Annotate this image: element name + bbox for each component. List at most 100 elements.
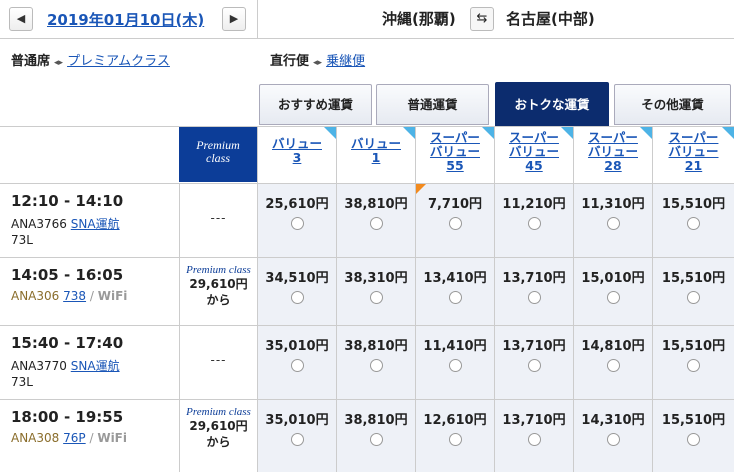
fare-radio[interactable] [448,291,462,304]
no-premium-label: --- [210,353,227,367]
flight-time: 18:00 - 19:55 [11,408,124,426]
fare-radio[interactable] [448,217,462,230]
fare-label: 21 [684,158,703,173]
fare-cell[interactable]: 14,310円 [573,400,652,472]
premium-class-logo: Premium class [186,264,251,276]
price-from-label: から [206,435,231,449]
fare-cell[interactable]: 15,510円 [652,326,734,399]
fare-radio[interactable] [606,217,620,230]
aircraft-type: 73L [11,233,33,247]
fare-cell[interactable]: 38,810円 [336,184,415,257]
fare-radio[interactable] [290,217,304,230]
fare-cell[interactable]: 25,610円 [257,184,336,257]
operator-link[interactable]: 76P [63,431,86,445]
tab-normal[interactable]: 普通運賃 [376,84,489,125]
fare-radio[interactable] [606,291,620,304]
fare-radio[interactable] [606,359,620,372]
operator-link[interactable]: SNA運航 [71,359,120,373]
tab-other[interactable]: その他運賃 [614,84,731,125]
fare-cell[interactable]: 38,810円 [336,400,415,472]
route-current: 直行便 [270,54,310,69]
corner-marker-icon [324,127,336,139]
premium-cell[interactable]: Premium class 29,610円 から [179,258,257,325]
flight-info: 18:00 - 19:55 ANA308 76P / WiFi [0,400,179,472]
corner-marker-icon [722,127,734,139]
flight-number-line: ANA3766 SNA運航 [11,215,120,232]
fare-cell[interactable]: 13,710円 [494,400,573,472]
swap-icon[interactable]: ⇆ [470,7,494,31]
fare-cell[interactable]: 38,310円 [336,258,415,325]
fare-radio[interactable] [687,217,700,230]
date-link[interactable]: 2019年01月10日(木) [47,9,204,30]
fare-price: 34,510円 [265,271,329,286]
top-bar: ◀ 2019年01月10日(木) ▶ 沖縄(那覇) ⇆ 名古屋(中部) [0,0,734,39]
fare-cell[interactable]: 35,010円 [257,326,336,399]
premium-cell[interactable]: Premium class 29,610円 から [179,400,257,472]
fare-radio[interactable] [369,433,383,446]
fare-cell[interactable]: 7,710円 [415,184,494,257]
flight-number: ANA306 [11,289,60,303]
fare-cell[interactable]: 11,410円 [415,326,494,399]
flight-row: 14:05 - 16:05 ANA306 738 / WiFi Premium cl… [0,257,734,325]
fare-radio[interactable] [687,291,700,304]
prev-date-button[interactable]: ◀ [9,7,33,31]
fare-radio[interactable] [448,359,462,372]
fare-cell[interactable]: 35,010円 [257,400,336,472]
flight-time: 14:05 - 16:05 [11,266,124,284]
cabin-current: 普通席 [11,54,51,69]
fare-radio[interactable] [369,291,383,304]
fare-radio[interactable] [290,433,304,446]
fare-cell[interactable]: 11,210円 [494,184,573,257]
fare-radio[interactable] [448,433,462,446]
operator-link[interactable]: 738 [63,289,86,303]
fare-price: 13,410円 [423,271,487,286]
fare-radio[interactable] [606,433,620,446]
flight-info: 15:40 - 17:40 ANA3770 SNA運航 73L [0,326,179,399]
fare-radio[interactable] [290,359,304,372]
operator-link[interactable]: SNA運航 [71,217,120,231]
fare-radio[interactable] [527,433,541,446]
fare-cell[interactable]: 34,510円 [257,258,336,325]
fare-price: 35,010円 [265,413,329,428]
fare-price: 13,710円 [502,339,566,354]
fare-radio[interactable] [369,217,383,230]
price-from-label: から [206,293,231,307]
fare-cell[interactable]: 38,810円 [336,326,415,399]
fare-radio[interactable] [527,291,541,304]
fare-label: 45 [525,158,543,173]
fare-radio[interactable] [290,291,304,304]
no-premium-label: --- [210,211,227,225]
fare-radio[interactable] [369,359,383,372]
fare-radio[interactable] [527,359,541,372]
fare-radio[interactable] [527,217,541,230]
corner-marker-icon [403,127,415,139]
fare-label: バリュー [429,144,480,159]
fare-cell[interactable]: 15,010円 [573,258,652,325]
fare-cell[interactable]: 13,710円 [494,258,573,325]
fare-price: 15,510円 [661,271,726,286]
flight-row: 15:40 - 17:40 ANA3770 SNA運航 73L --- 35,010円 3… [0,325,734,399]
tab-recommended[interactable]: おすすめ運賃 [259,84,372,125]
flight-number-line: ANA308 76P / WiFi [11,431,127,445]
fare-cell[interactable]: 12,610円 [415,400,494,472]
fare-cell[interactable]: 15,510円 [652,184,734,257]
tab-discount[interactable]: おトクな運賃 [495,82,609,127]
fare-radio[interactable] [687,433,700,446]
flight-info: 12:10 - 14:10 ANA3766 SNA運航 73L [0,184,179,257]
fare-cell[interactable]: 15,510円 [652,258,734,325]
next-date-button[interactable]: ▶ [222,7,246,31]
fare-cell[interactable]: 11,310円 [573,184,652,257]
fare-cell[interactable]: 13,710円 [494,326,573,399]
fare-cell[interactable]: 15,510円 [652,400,734,472]
cabin-alt-link[interactable]: プレミアムクラス [67,54,170,69]
fare-label: バリュー [587,144,638,159]
premium-cell: --- [179,184,257,257]
fare-tabs: おすすめ運賃 普通運賃 おトクな運賃 その他運賃 [257,82,734,127]
fare-price: 14,810円 [581,339,645,354]
fare-radio[interactable] [687,359,700,372]
wifi-label: WiFi [97,431,127,445]
fare-cell[interactable]: 13,410円 [415,258,494,325]
wifi-label: WiFi [97,289,128,303]
route-alt-link[interactable]: 乗継便 [326,54,365,69]
fare-cell[interactable]: 14,810円 [573,326,652,399]
